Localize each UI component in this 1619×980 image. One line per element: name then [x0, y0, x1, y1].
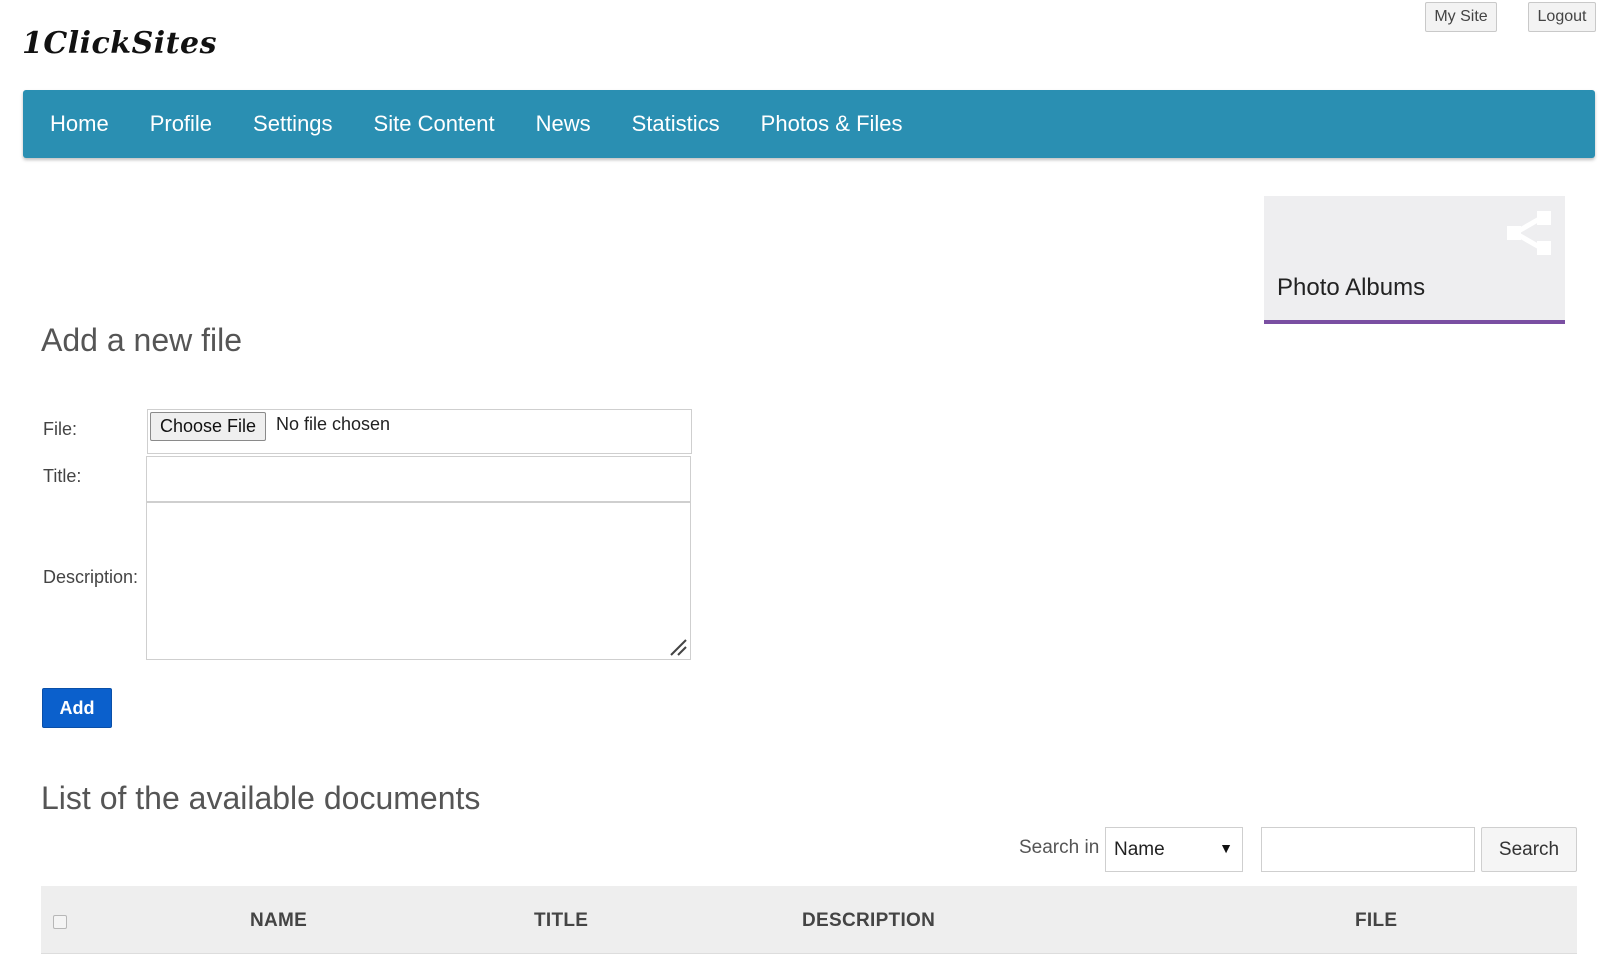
nav-item-photos-files[interactable]: Photos & Files: [761, 111, 903, 137]
file-input[interactable]: Choose File No file chosen: [147, 409, 692, 454]
choose-file-button[interactable]: Choose File: [150, 412, 267, 441]
description-label: Description:: [43, 567, 139, 587]
nav-item-profile[interactable]: Profile: [150, 111, 212, 137]
documents-table-header: Name Title Description File: [41, 886, 1577, 954]
search-field-select[interactable]: Name ▼: [1105, 827, 1243, 872]
no-file-chosen-text: No file chosen: [276, 414, 391, 434]
site-logo: 1ClickSites: [22, 26, 217, 61]
description-textarea[interactable]: [146, 502, 691, 660]
column-header-title[interactable]: Title: [534, 910, 588, 932]
photo-albums-label: Photo Albums: [1277, 274, 1426, 301]
search-button[interactable]: Search: [1481, 827, 1577, 872]
title-input[interactable]: [146, 456, 691, 502]
nav-item-settings[interactable]: Settings: [253, 111, 333, 137]
share-icon: [1507, 211, 1551, 255]
resize-grip-icon[interactable]: [669, 638, 687, 656]
column-header-file[interactable]: File: [1355, 910, 1397, 932]
select-all-checkbox[interactable]: [53, 915, 67, 929]
column-header-name[interactable]: Name: [250, 910, 307, 932]
nav-item-statistics[interactable]: Statistics: [632, 111, 720, 137]
documents-heading: List of the available documents: [41, 780, 481, 816]
my-site-button[interactable]: My Site: [1425, 2, 1497, 32]
search-field-selected: Name: [1114, 838, 1165, 860]
logout-button[interactable]: Logout: [1528, 2, 1596, 32]
caret-down-icon: ▼: [1219, 840, 1233, 856]
photo-albums-card[interactable]: Photo Albums: [1264, 196, 1565, 324]
column-header-description[interactable]: Description: [802, 910, 935, 932]
nav-item-home[interactable]: Home: [50, 111, 109, 137]
nav-item-site-content[interactable]: Site Content: [374, 111, 495, 137]
add-button[interactable]: Add: [42, 688, 112, 728]
file-label: File:: [43, 419, 78, 439]
nav-item-news[interactable]: News: [536, 111, 591, 137]
search-input[interactable]: [1261, 827, 1475, 872]
add-file-heading: Add a new file: [41, 322, 243, 358]
main-nav: Home Profile Settings Site Content News …: [23, 90, 1595, 158]
search-in-label: Search in: [1019, 837, 1100, 858]
title-label: Title:: [43, 466, 82, 486]
